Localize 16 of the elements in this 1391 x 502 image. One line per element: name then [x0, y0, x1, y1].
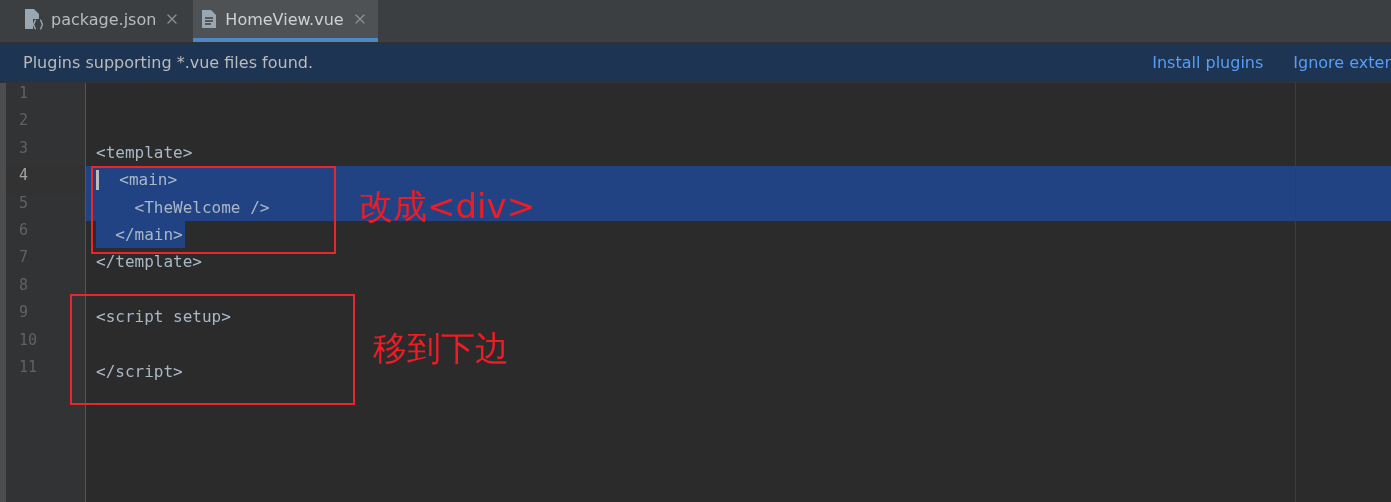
annotation-text: 移到下边	[373, 327, 509, 370]
code-line: <template>	[96, 141, 193, 164]
text-caret	[96, 169, 99, 190]
code-line: <TheWelcome />	[133, 196, 270, 219]
code-line: </template>	[96, 251, 202, 274]
file-icon	[201, 9, 218, 29]
file-tab[interactable]: HomeView.vue	[193, 0, 378, 42]
code-line: <main>	[118, 169, 178, 192]
file-tab[interactable]: package.json	[15, 0, 191, 42]
code-line: <script setup>	[96, 306, 231, 329]
banner-link[interactable]: Install plugins	[1152, 53, 1264, 72]
code-line: </script>	[96, 360, 183, 383]
annotation-text: 改成<div>	[359, 185, 536, 228]
banner-message: Plugins supporting *.vue files found.	[23, 53, 314, 72]
json-file-icon	[23, 8, 43, 30]
banner-link[interactable]: Ignore exter	[1293, 53, 1391, 72]
